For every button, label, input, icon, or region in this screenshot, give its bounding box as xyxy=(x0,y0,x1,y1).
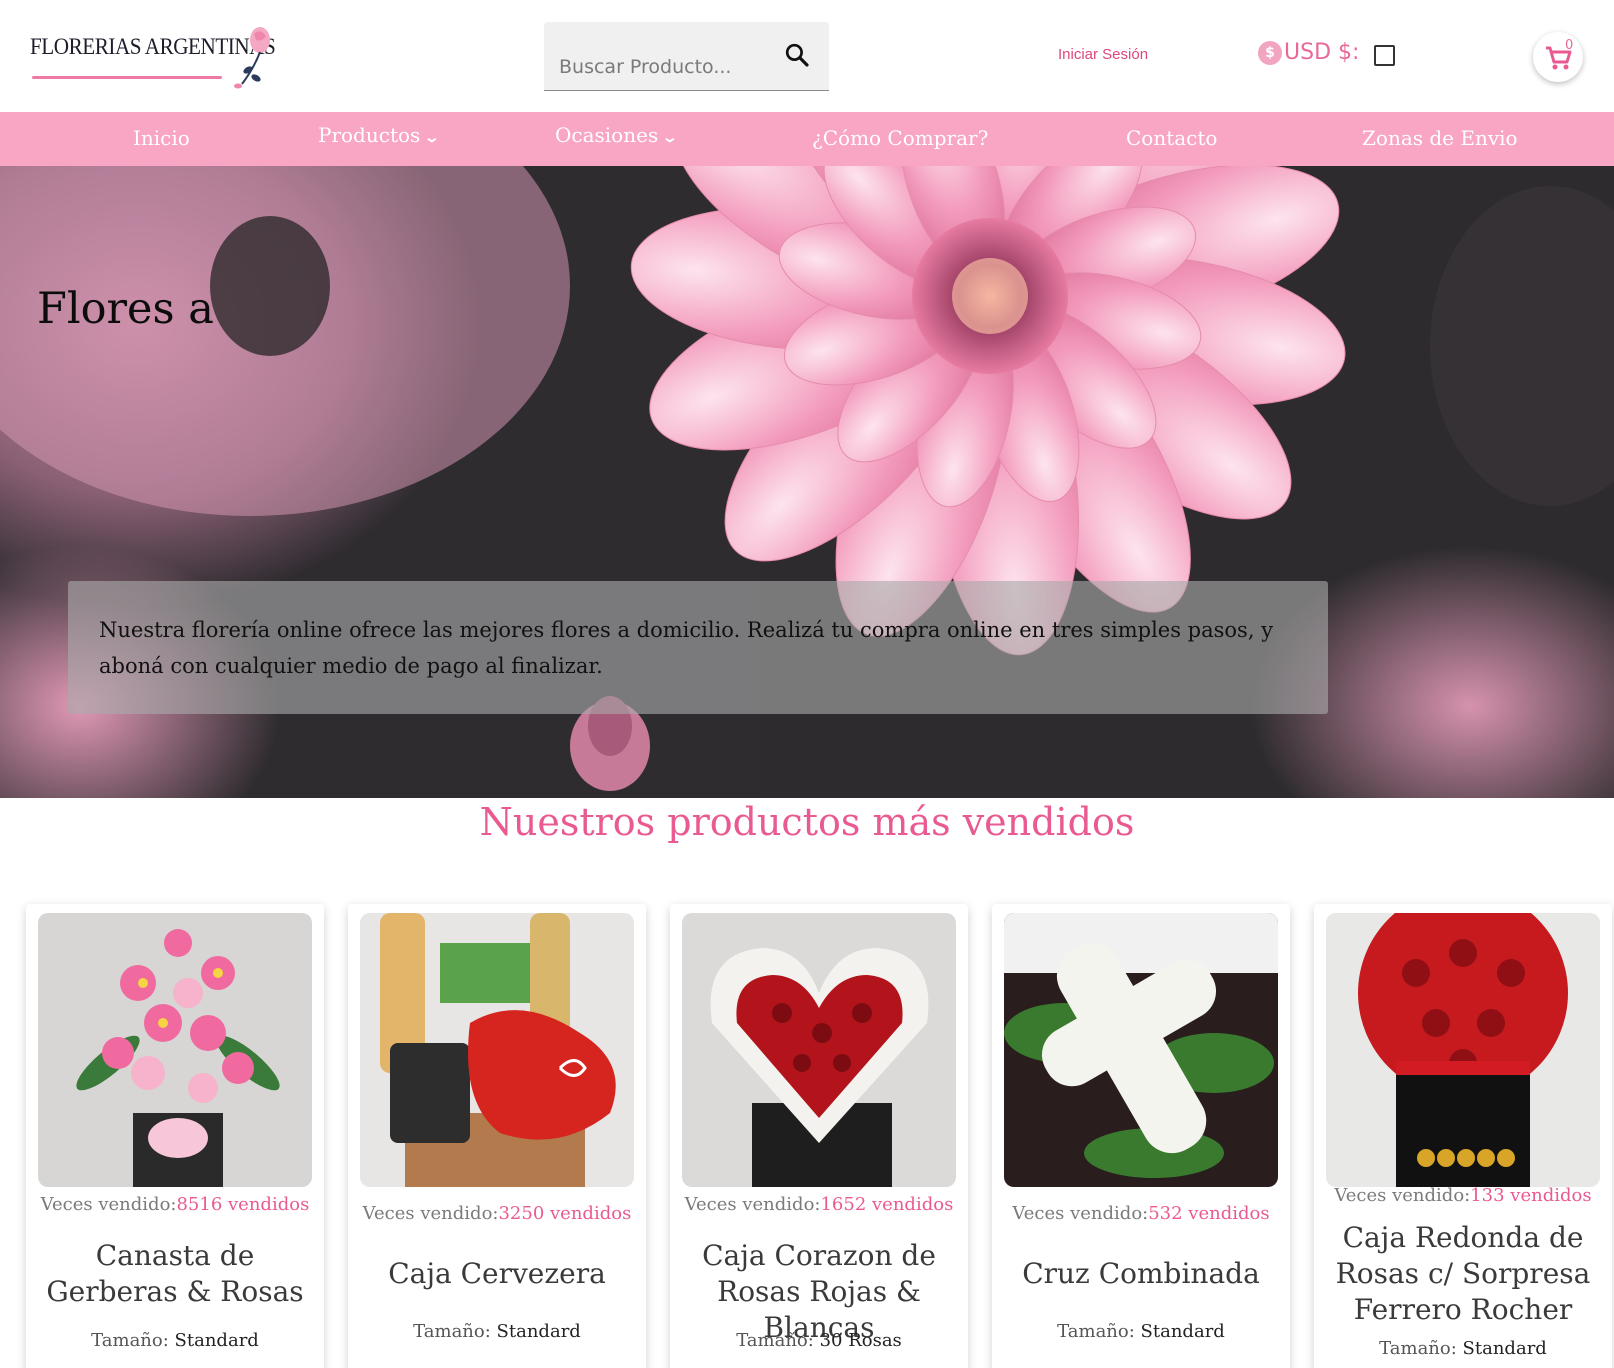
sold-value: 1652 vendidos xyxy=(820,1194,954,1215)
nav-item-zonas-envio[interactable]: Zonas de Envio xyxy=(1362,126,1518,150)
sold-value: 8516 vendidos xyxy=(176,1194,310,1215)
size-label: Tamaño: xyxy=(736,1330,814,1351)
product-name[interactable]: Cruz Combinada xyxy=(996,1256,1286,1292)
product-photo xyxy=(360,913,634,1187)
chevron-down-icon: ⌄ xyxy=(423,130,441,146)
nav-item-productos[interactable]: Productos ⌄ xyxy=(318,123,441,147)
product-card[interactable]: Veces vendido:532 vendidos Cruz Combinad… xyxy=(992,904,1290,1368)
site-header: FLORERIAS ARGENTINAS Iniciar Sesión $ US… xyxy=(0,0,1614,112)
sold-value: 3250 vendidos xyxy=(498,1203,632,1224)
nav-item-ocasiones[interactable]: Ocasiones ⌄ xyxy=(555,123,679,147)
nav-label: ¿Cómo Comprar? xyxy=(812,126,989,150)
nav-label: Productos xyxy=(318,123,421,147)
product-size: Tamaño: Standard xyxy=(992,1321,1290,1342)
size-label: Tamaño: xyxy=(91,1330,169,1351)
product-photo xyxy=(1004,913,1278,1187)
product-image[interactable] xyxy=(1326,913,1600,1187)
sold-count: Veces vendido:1652 vendidos xyxy=(670,1194,968,1215)
product-image[interactable] xyxy=(360,913,634,1187)
product-size: Tamaño: Standard xyxy=(348,1321,646,1342)
product-image[interactable] xyxy=(38,913,312,1187)
product-name[interactable]: Canasta de Gerberas & Rosas xyxy=(30,1238,320,1310)
sold-count: Veces vendido:532 vendidos xyxy=(992,1203,1290,1224)
nav-label: Contacto xyxy=(1126,126,1218,150)
sold-value: 133 vendidos xyxy=(1470,1185,1592,1206)
nav-label: Zonas de Envio xyxy=(1362,126,1518,150)
sold-label: Veces vendido: xyxy=(684,1194,821,1215)
product-size: Tamaño: 30 Rosas xyxy=(670,1330,968,1351)
logo-underline xyxy=(32,76,222,79)
sold-value: 532 vendidos xyxy=(1148,1203,1270,1224)
product-name[interactable]: Caja Cervezera xyxy=(352,1256,642,1292)
currency-checkbox[interactable] xyxy=(1374,45,1395,66)
sold-count: Veces vendido:8516 vendidos xyxy=(26,1194,324,1215)
nav-item-inicio[interactable]: Inicio xyxy=(133,126,190,150)
search-input[interactable] xyxy=(559,52,769,82)
product-name[interactable]: Caja Redonda de Rosas c/ Sorpresa Ferrer… xyxy=(1318,1220,1608,1328)
product-photo xyxy=(682,913,956,1187)
sold-count: Veces vendido:3250 vendidos xyxy=(348,1203,646,1224)
sold-label: Veces vendido: xyxy=(1012,1203,1149,1224)
search-icon[interactable] xyxy=(780,38,816,74)
product-photo xyxy=(38,913,312,1187)
currency-icon: $ xyxy=(1258,40,1282,65)
sold-label: Veces vendido: xyxy=(40,1194,177,1215)
product-size: Tamaño: Standard xyxy=(1314,1338,1612,1359)
nav-label: Inicio xyxy=(133,126,190,150)
section-title: Nuestros productos más vendidos xyxy=(479,800,1135,844)
cart-count-badge: 0 xyxy=(1565,38,1574,53)
product-size: Tamaño: Standard xyxy=(26,1330,324,1351)
product-card[interactable]: Veces vendido:8516 vendidos Canasta de G… xyxy=(26,904,324,1368)
nav-item-contacto[interactable]: Contacto xyxy=(1126,126,1217,150)
size-label: Tamaño: xyxy=(413,1321,491,1342)
size-label: Tamaño: xyxy=(1057,1321,1135,1342)
nav-label: Ocasiones xyxy=(555,123,659,147)
currency-label: USD $: xyxy=(1284,40,1360,65)
sold-count: Veces vendido:133 vendidos xyxy=(1314,1185,1612,1206)
size-value: Standard xyxy=(174,1330,259,1351)
login-link[interactable]: Iniciar Sesión xyxy=(1058,46,1148,63)
hero-title: Flores a xyxy=(37,284,214,334)
sold-label: Veces vendido: xyxy=(1334,1185,1471,1206)
hero-description: Nuestra florería online ofrece las mejor… xyxy=(99,618,1274,678)
size-label: Tamaño: xyxy=(1379,1338,1457,1359)
currency-selector[interactable]: $ USD $: xyxy=(1258,40,1359,65)
size-value: Standard xyxy=(496,1321,581,1342)
hero-banner: Flores a Nuestra florería online ofrece … xyxy=(0,166,1614,798)
product-card[interactable]: Veces vendido:3250 vendidos Caja Cerveze… xyxy=(348,904,646,1368)
chevron-down-icon: ⌄ xyxy=(661,130,679,146)
cart-icon xyxy=(1546,46,1572,70)
product-image[interactable] xyxy=(1004,913,1278,1187)
sold-label: Veces vendido: xyxy=(362,1203,499,1224)
size-value: Standard xyxy=(1462,1338,1547,1359)
product-image[interactable] xyxy=(682,913,956,1187)
rose-logo-icon xyxy=(234,27,270,89)
hero-description-box: Nuestra florería online ofrece las mejor… xyxy=(68,581,1328,714)
cart-button[interactable] xyxy=(1533,32,1583,82)
product-photo xyxy=(1326,913,1600,1187)
site-logo[interactable]: FLORERIAS ARGENTINAS xyxy=(30,24,276,94)
nav-item-como-comprar[interactable]: ¿Cómo Comprar? xyxy=(812,126,988,150)
product-card[interactable]: Veces vendido:133 vendidos Caja Redonda … xyxy=(1314,904,1612,1368)
size-value: Standard xyxy=(1140,1321,1225,1342)
main-nav: Inicio Productos ⌄ Ocasiones ⌄ ¿Cómo Compr… xyxy=(0,112,1614,166)
size-value: 30 Rosas xyxy=(819,1330,902,1351)
product-card[interactable]: Veces vendido:1652 vendidos Caja Corazon… xyxy=(670,904,968,1368)
